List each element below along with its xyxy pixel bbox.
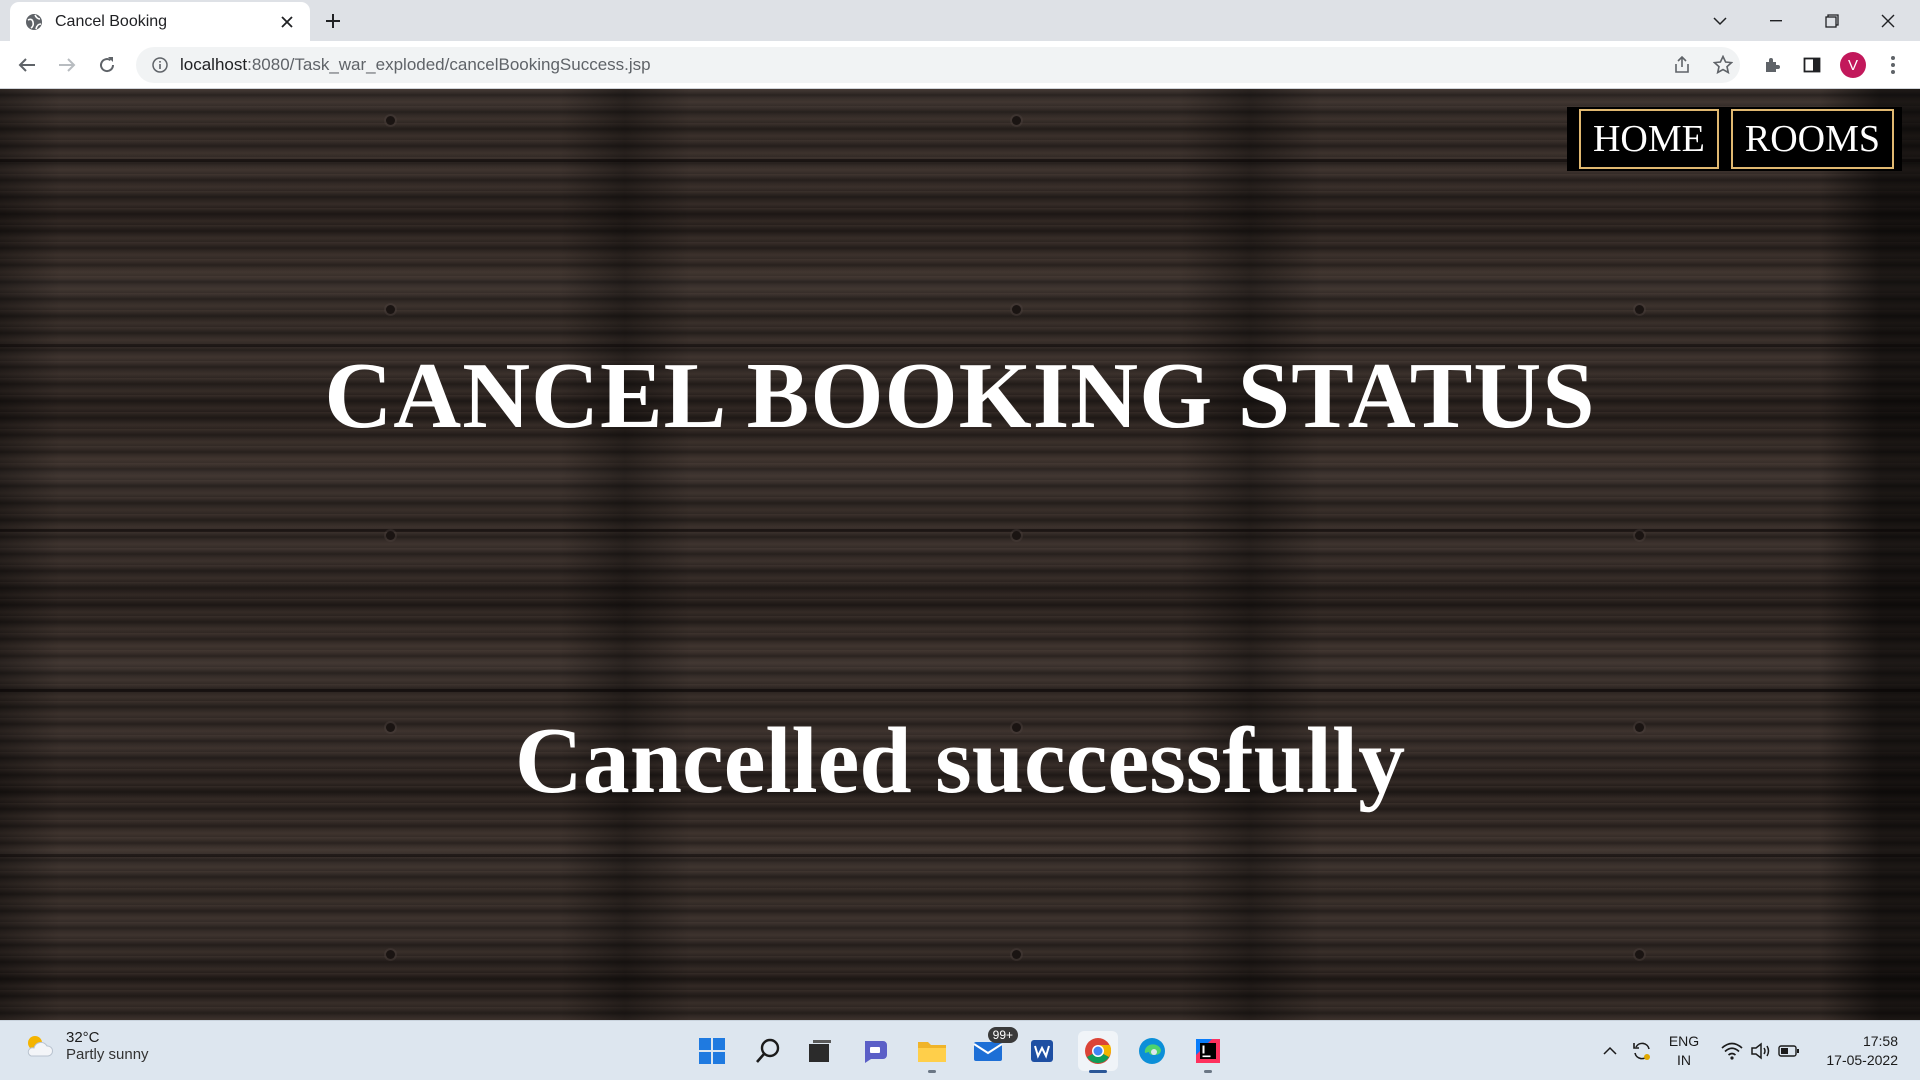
file-explorer-button[interactable] <box>912 1031 952 1073</box>
wood-knot <box>1012 531 1021 540</box>
tab-strip: Cancel Booking <box>0 0 1920 41</box>
status-message: Cancelled successfully <box>514 709 1406 813</box>
wood-knot <box>1635 531 1644 540</box>
wood-knot <box>386 531 395 540</box>
browser-tab[interactable]: Cancel Booking <box>10 2 310 41</box>
wood-knot <box>386 305 395 314</box>
new-tab-button[interactable] <box>318 6 348 36</box>
battery-icon[interactable] <box>1776 1021 1802 1080</box>
mail-button[interactable]: 99+ <box>968 1027 1018 1071</box>
wood-knot <box>1012 950 1021 959</box>
edge-button[interactable] <box>1132 1031 1172 1071</box>
page-title: CANCEL BOOKING STATUS <box>324 344 1596 448</box>
search-button[interactable] <box>748 1031 788 1071</box>
clock[interactable]: 17:58 17-05-2022 <box>1812 1021 1898 1080</box>
wood-knot <box>1635 305 1644 314</box>
side-panel-icon[interactable] <box>1797 50 1827 80</box>
weather-widget[interactable]: 32°C Partly sunny <box>22 1029 149 1063</box>
share-icon[interactable] <box>1667 50 1697 80</box>
globe-icon <box>25 13 43 31</box>
page-content: HOME ROOMS CANCEL BOOKING STATUS Cancell… <box>0 89 1920 1020</box>
wood-knot <box>386 950 395 959</box>
back-icon[interactable] <box>12 50 42 80</box>
wood-knot <box>386 116 395 125</box>
wood-knot <box>1635 950 1644 959</box>
reload-icon[interactable] <box>92 50 122 80</box>
browser-toolbar: localhost:8080/Task_war_exploded/cancelB… <box>0 41 1920 89</box>
edge-icon <box>1139 1038 1165 1064</box>
wifi-icon[interactable] <box>1718 1021 1746 1080</box>
clock-time: 17:58 <box>1862 1033 1898 1049</box>
search-icon <box>756 1038 780 1063</box>
task-view-button[interactable] <box>800 1031 840 1071</box>
menu-kebab-icon[interactable] <box>1878 50 1908 80</box>
folder-icon <box>918 1042 946 1062</box>
forward-icon[interactable] <box>52 50 82 80</box>
close-window-icon[interactable] <box>1860 0 1916 41</box>
word-icon <box>1031 1040 1053 1062</box>
running-indicator <box>1204 1070 1212 1073</box>
url-host: localhost <box>180 55 248 74</box>
volume-icon[interactable] <box>1748 1021 1774 1080</box>
chrome-button[interactable] <box>1078 1031 1118 1073</box>
tab-close-icon[interactable] <box>276 11 298 33</box>
chat-icon <box>865 1041 887 1063</box>
hidden-icons-chevron-icon[interactable] <box>1598 1021 1622 1080</box>
site-nav: HOME ROOMS <box>1566 107 1902 171</box>
windows-logo-icon <box>699 1038 725 1064</box>
sync-icon[interactable] <box>1628 1021 1656 1080</box>
site-info-icon[interactable] <box>140 57 180 73</box>
weather-temperature: 32°C <box>66 1029 100 1046</box>
avatar: V <box>1840 52 1866 78</box>
active-indicator <box>1089 1070 1107 1073</box>
taskbar: 32°C Partly sunny 99+ ENG IN 17:58 17-05… <box>0 1020 1920 1080</box>
address-bar[interactable]: localhost:8080/Task_war_exploded/cancelB… <box>136 47 1740 83</box>
tab-search-icon[interactable] <box>1692 0 1748 41</box>
nav-home-link[interactable]: HOME <box>1578 109 1719 169</box>
plank-seam <box>0 529 1920 532</box>
restore-icon[interactable] <box>1804 0 1860 41</box>
plank-seam <box>0 689 1920 692</box>
minimize-icon[interactable] <box>1748 0 1804 41</box>
weather-condition: Partly sunny <box>66 1046 149 1063</box>
plank-seam <box>0 854 1920 857</box>
url-text: localhost:8080/Task_war_exploded/cancelB… <box>180 55 651 75</box>
start-button[interactable] <box>692 1031 732 1071</box>
partly-sunny-icon <box>27 1036 54 1057</box>
running-indicator <box>928 1070 936 1073</box>
language-indicator[interactable]: ENG IN <box>1662 1021 1706 1080</box>
nav-rooms-link[interactable]: ROOMS <box>1730 109 1894 169</box>
profile-avatar[interactable]: V <box>1838 50 1868 80</box>
lang-code: ENG <box>1668 1033 1700 1049</box>
lang-region: IN <box>1677 1052 1691 1068</box>
wood-knot <box>1012 305 1021 314</box>
intellij-icon <box>1196 1039 1220 1063</box>
tab-title: Cancel Booking <box>55 12 168 30</box>
bookmark-star-icon[interactable] <box>1708 50 1738 80</box>
url-path: :8080/Task_war_exploded/cancelBookingSuc… <box>247 55 651 74</box>
wood-knot <box>1012 116 1021 125</box>
mail-badge: 99+ <box>987 1027 1018 1043</box>
extensions-icon[interactable] <box>1757 50 1787 80</box>
intellij-button[interactable] <box>1188 1031 1228 1073</box>
word-button[interactable] <box>1022 1031 1062 1071</box>
clock-date: 17-05-2022 <box>1826 1052 1898 1068</box>
chrome-icon <box>1085 1038 1112 1064</box>
task-view-icon <box>809 1040 831 1062</box>
teams-chat-button[interactable] <box>856 1031 896 1071</box>
